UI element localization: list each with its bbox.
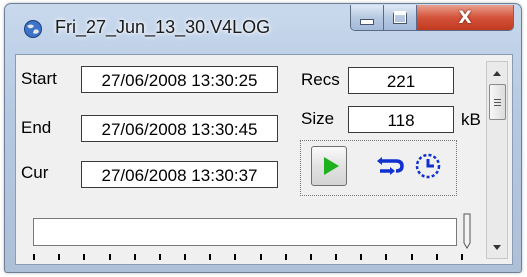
slider-tick xyxy=(436,254,438,260)
close-icon: X xyxy=(458,7,472,28)
slider-tick xyxy=(58,254,60,260)
cur-label: Cur xyxy=(21,163,49,182)
end-field[interactable]: 27/06/2008 13:30:45 xyxy=(81,115,278,142)
slider-tick xyxy=(83,254,85,260)
scroll-down-button[interactable] xyxy=(487,238,507,256)
slider-tick xyxy=(209,254,211,260)
playback-controls xyxy=(300,140,457,196)
cur-field[interactable]: 27/06/2008 13:30:37 xyxy=(81,161,278,188)
arrow-up-icon xyxy=(493,70,501,76)
slider-tick xyxy=(260,254,262,260)
window-title: Fri_27_Jun_13_30.V4LOG xyxy=(55,17,271,37)
scroll-thumb[interactable] xyxy=(489,84,506,120)
slider-tick xyxy=(411,254,413,260)
minimize-button[interactable] xyxy=(351,5,384,30)
slider-tick xyxy=(159,254,161,260)
slider-tick xyxy=(385,254,387,260)
minimize-icon xyxy=(360,18,374,25)
size-label: Size xyxy=(301,109,335,128)
arrow-down-icon xyxy=(493,244,501,250)
vertical-scrollbar[interactable] xyxy=(486,61,508,259)
position-slider-thumb[interactable] xyxy=(463,213,471,249)
recs-field[interactable]: 221 xyxy=(348,67,454,94)
slider-tick xyxy=(109,254,111,260)
slider-tick xyxy=(134,254,136,260)
slider-tick xyxy=(310,254,312,260)
maximize-button[interactable] xyxy=(384,5,417,30)
scroll-up-button[interactable] xyxy=(487,64,507,82)
client-area: Start 27/06/2008 13:30:25 End 27/06/2008… xyxy=(15,54,513,265)
slider-tick xyxy=(184,254,186,260)
close-button[interactable]: X xyxy=(417,5,513,30)
loop-arrows-icon[interactable] xyxy=(376,155,406,177)
slider-tick xyxy=(461,254,463,260)
start-label: Start xyxy=(21,69,57,88)
slider-tick xyxy=(285,254,287,260)
slider-tick xyxy=(360,254,362,260)
slider-tick xyxy=(335,254,337,260)
play-icon xyxy=(323,157,339,175)
maximize-icon xyxy=(393,11,407,24)
position-slider-track[interactable] xyxy=(33,218,457,246)
globe-icon xyxy=(24,20,42,38)
start-field[interactable]: 27/06/2008 13:30:25 xyxy=(81,66,278,93)
slider-ticks xyxy=(33,254,463,260)
caption-buttons: X xyxy=(350,5,514,31)
play-button[interactable] xyxy=(311,146,347,186)
size-field[interactable]: 118 xyxy=(348,106,454,133)
slider-tick xyxy=(234,254,236,260)
log-window: Fri_27_Jun_13_30.V4LOG X Start 27/06/200… xyxy=(4,3,522,273)
title-bar[interactable]: Fri_27_Jun_13_30.V4LOG X xyxy=(5,4,521,48)
end-label: End xyxy=(21,118,52,137)
timer-clock-icon[interactable] xyxy=(414,152,442,180)
slider-tick xyxy=(33,254,35,260)
size-unit: kB xyxy=(461,110,481,129)
recs-label: Recs xyxy=(301,70,340,89)
